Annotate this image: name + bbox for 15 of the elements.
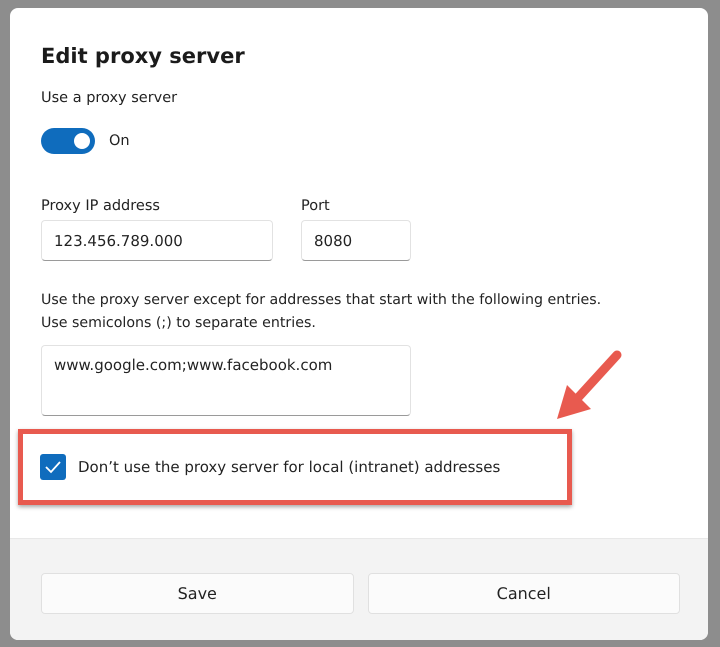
cancel-button[interactable]: Cancel	[368, 573, 680, 614]
input-field[interactable]: 8080	[301, 220, 411, 261]
save-button[interactable]: Save	[41, 573, 354, 614]
description-text: Use the proxy server except for addresses that start with the following entries. Use semicolons (;) to separate entries.	[41, 291, 602, 333]
field-label: Port	[301, 198, 331, 214]
checkbox[interactable]	[40, 454, 66, 480]
field-label: Proxy IP address	[41, 198, 161, 214]
input-field[interactable]: 123.456.789.000	[41, 220, 273, 261]
checkbox-label: Don’t use the proxy server for local (intranet) addresses	[78, 458, 500, 476]
text-area[interactable]: www.google.com;www.facebook.com	[41, 345, 411, 416]
toggle-label: Use a proxy server	[41, 90, 178, 106]
toggle-state: On	[109, 133, 130, 149]
check-icon	[44, 460, 62, 474]
toggle-switch[interactable]	[41, 128, 95, 154]
dialog-title: Edit proxy server	[41, 44, 246, 68]
